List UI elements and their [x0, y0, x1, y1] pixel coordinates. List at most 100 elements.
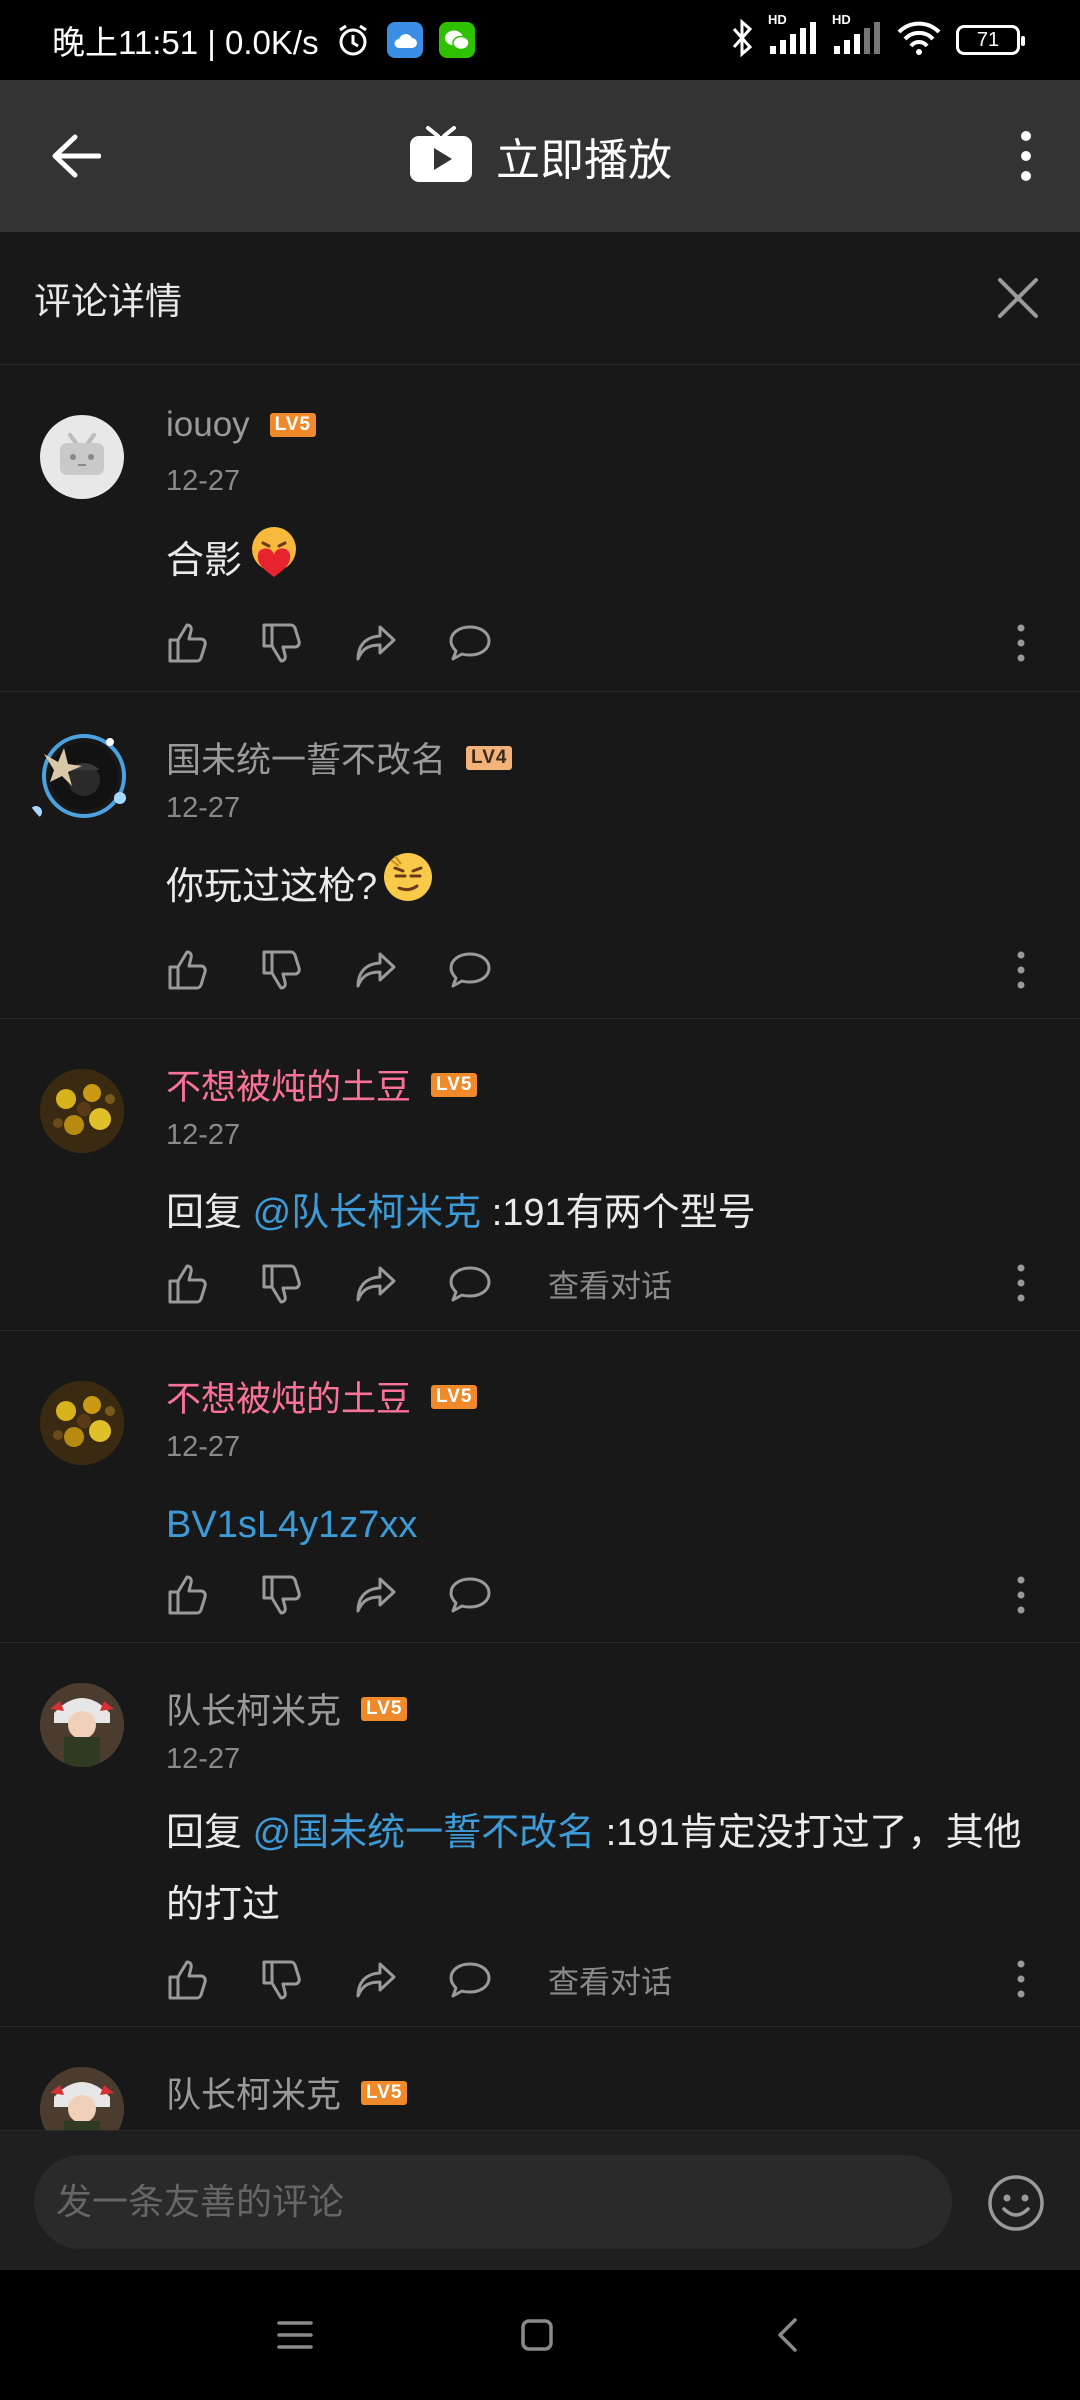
level-badge: LV4: [466, 745, 513, 770]
mention-link[interactable]: @队长柯米克: [253, 1192, 482, 1234]
more-vert-icon[interactable]: [996, 126, 1056, 186]
comment-date: 12-27: [166, 465, 241, 497]
user-info: 队长柯米克 LV5: [166, 2067, 408, 2118]
comment-text: :191有两个型号: [481, 1192, 756, 1234]
share-icon[interactable]: [354, 621, 398, 665]
user-info: 队长柯米克 LV5: [166, 1683, 408, 1734]
comment-more-icon[interactable]: [1006, 621, 1036, 665]
view-conversation-link[interactable]: 查看对话: [548, 1261, 672, 1306]
status-right: HD HD 71: [730, 12, 1080, 62]
share-icon[interactable]: [354, 1573, 398, 1617]
comment-item: iouoy LV5 12-27 合影: [0, 365, 1080, 692]
signal-icon-1: HD: [768, 12, 818, 61]
comment-item: 国未统一誓不改名 LV4 12-27 你玩过这枪?: [0, 692, 1080, 1019]
reply-icon[interactable]: [448, 1958, 492, 2002]
dislike-icon[interactable]: [260, 621, 304, 665]
comment-actions: [166, 621, 542, 665]
comment-list[interactable]: iouoy LV5 12-27 合影 国未统一誓不改名 LV4 12-27 你玩…: [0, 365, 1080, 2130]
view-conversation-link[interactable]: 查看对话: [548, 1957, 672, 2002]
app-bar-title: 立即播放: [496, 136, 672, 185]
avatar[interactable]: [40, 2067, 124, 2130]
dislike-icon[interactable]: [260, 1573, 304, 1617]
comment-more-icon[interactable]: [1006, 1261, 1036, 1305]
back-arrow-icon[interactable]: [46, 126, 106, 186]
avatar[interactable]: [40, 1683, 124, 1767]
comment-text: 合影: [166, 540, 243, 583]
signal-icon-2: HD: [832, 12, 882, 61]
battery-indicator: 71: [956, 25, 1025, 55]
comment-item: 队长柯米克 LV5: [0, 2027, 1080, 2130]
status-left: 晚上11:51 | 0.0K/s: [0, 16, 475, 64]
username[interactable]: 不想被炖的土豆: [166, 1371, 411, 1422]
reply-icon[interactable]: [448, 621, 492, 665]
close-icon[interactable]: [990, 270, 1046, 326]
bluetooth-icon: [730, 18, 754, 62]
comment-input-bar: [0, 2130, 1080, 2271]
reply-icon[interactable]: [448, 948, 492, 992]
like-icon[interactable]: [166, 621, 210, 665]
menu-icon[interactable]: [270, 2310, 320, 2360]
reply-icon[interactable]: [448, 1262, 492, 1306]
level-badge: LV5: [361, 1696, 408, 1721]
hug-heart-emoji-icon: [246, 523, 302, 603]
tv-play-icon: [408, 124, 474, 189]
username[interactable]: 不想被炖的土豆: [166, 1059, 411, 1110]
avatar[interactable]: [22, 720, 134, 832]
comment-input[interactable]: [34, 2155, 952, 2249]
comment-more-icon[interactable]: [1006, 1957, 1036, 2001]
like-icon[interactable]: [166, 1573, 210, 1617]
comment-date: 12-27: [166, 1743, 241, 1775]
status-time: 晚上11:51 | 0.0K/s: [52, 24, 319, 61]
avatar[interactable]: [40, 415, 124, 499]
like-icon[interactable]: [166, 1958, 210, 2002]
share-icon[interactable]: [354, 1958, 398, 2002]
video-link[interactable]: BV1sL4y1z7xx: [166, 1504, 417, 1546]
username[interactable]: 队长柯米克: [166, 1683, 341, 1734]
mention-link[interactable]: @国未统一誓不改名: [253, 1812, 596, 1854]
level-badge: LV5: [431, 1384, 478, 1409]
like-icon[interactable]: [166, 1262, 210, 1306]
comment-content: 合影: [166, 523, 1046, 603]
level-badge: LV5: [431, 1072, 478, 1097]
system-navigation-bar: [0, 2270, 1080, 2400]
avatar[interactable]: [40, 1381, 124, 1465]
home-icon[interactable]: [512, 2310, 562, 2360]
comment-more-icon[interactable]: [1006, 1573, 1036, 1617]
comment-content: 回复 @队长柯米克 :191有两个型号: [166, 1183, 1046, 1243]
username[interactable]: iouoy: [166, 405, 250, 445]
emoji-icon[interactable]: [986, 2173, 1046, 2233]
play-now-button[interactable]: 立即播放: [408, 124, 672, 189]
status-bar: 晚上11:51 | 0.0K/s HD HD 71: [0, 0, 1080, 80]
comment-detail-header: 评论详情: [0, 232, 1080, 365]
share-icon[interactable]: [354, 1262, 398, 1306]
wifi-icon: [896, 20, 942, 61]
wechat-icon: [438, 22, 475, 58]
share-icon[interactable]: [354, 948, 398, 992]
comment-more-icon[interactable]: [1006, 948, 1036, 992]
level-badge: LV5: [269, 413, 317, 437]
comment-actions: 查看对话: [166, 1261, 672, 1306]
username[interactable]: 国未统一誓不改名: [166, 732, 446, 783]
app-bar: 立即播放: [0, 80, 1080, 232]
reply-icon[interactable]: [448, 1573, 492, 1617]
level-badge: LV5: [361, 2080, 408, 2105]
comment-content: BV1sL4y1z7xx: [166, 1495, 1046, 1555]
comment-date: 12-27: [166, 1119, 241, 1151]
comment-item: 队长柯米克 LV5 12-27 回复 @国未统一誓不改名 :191肯定没打过了，…: [0, 1643, 1080, 2027]
cloud-app-icon: [386, 22, 423, 58]
user-info: 不想被炖的土豆 LV5: [166, 1059, 478, 1110]
comment-date: 12-27: [166, 792, 241, 824]
user-info: 不想被炖的土豆 LV5: [166, 1371, 478, 1422]
comment-date: 12-27: [166, 1431, 241, 1463]
dislike-icon[interactable]: [260, 1262, 304, 1306]
username[interactable]: 队长柯米克: [166, 2067, 341, 2118]
dislike-icon[interactable]: [260, 948, 304, 992]
dislike-icon[interactable]: [260, 1958, 304, 2002]
comment-actions: 查看对话: [166, 1957, 672, 2002]
back-icon[interactable]: [762, 2310, 812, 2360]
avatar[interactable]: [40, 1069, 124, 1153]
comment-item: 不想被炖的土豆 LV5 12-27 回复 @队长柯米克 :191有两个型号 查看…: [0, 1019, 1080, 1331]
comment-actions: [166, 948, 542, 992]
user-info: iouoy LV5: [166, 405, 317, 445]
like-icon[interactable]: [166, 948, 210, 992]
